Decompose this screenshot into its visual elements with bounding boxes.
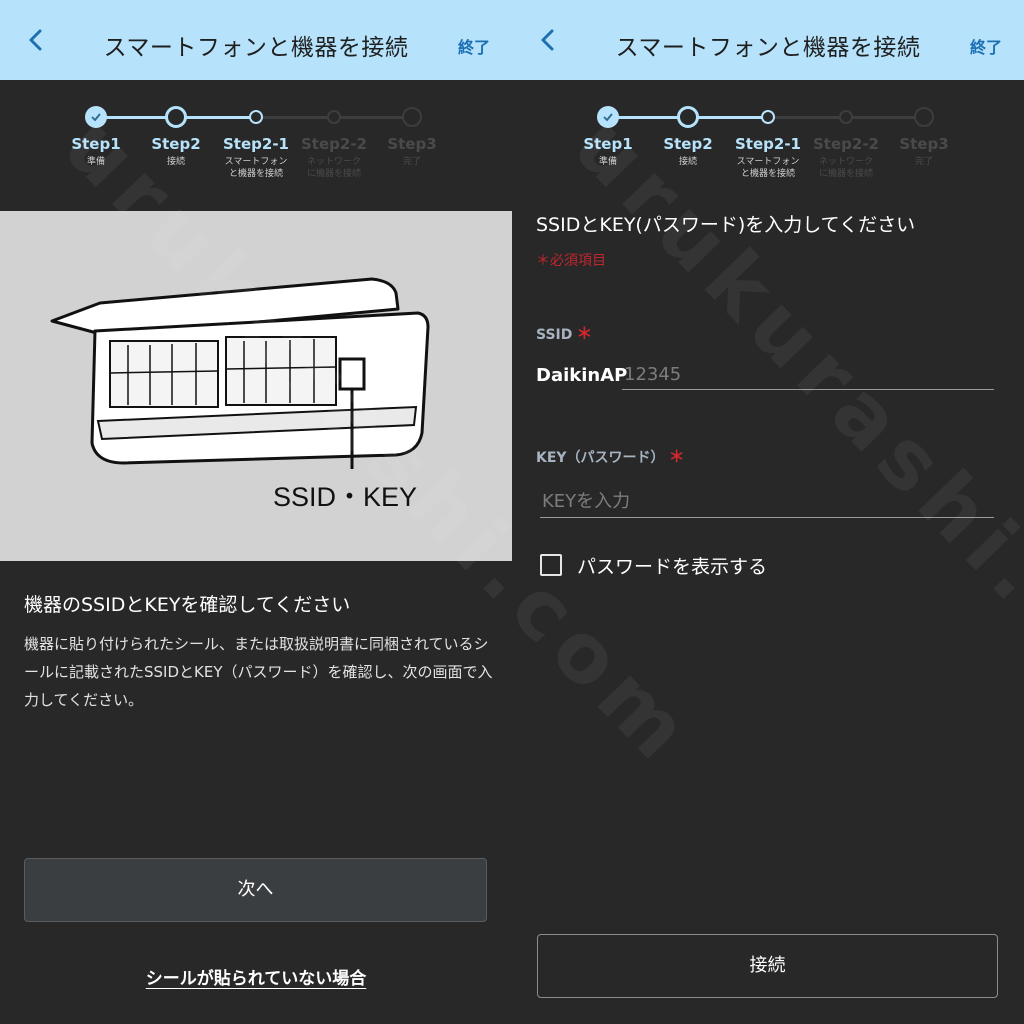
ssid-label: SSID ＊ (536, 324, 593, 343)
back-chevron-icon[interactable] (22, 26, 50, 54)
page-title: スマートフォンと機器を接続 (103, 35, 409, 61)
step-sublabel-line: に機器を接続 (306, 169, 361, 179)
step-connector (688, 116, 768, 119)
step-connector (608, 116, 688, 119)
right-screen: スマートフォンと機器を接続 終了 Step1 準備 Step2 接続 Step2-1 スマ… (512, 0, 1024, 1024)
step-label: Step2-1 (223, 135, 289, 153)
step-sublabel: スマートフォン と機器を接続 (728, 156, 808, 180)
step-sublabel-line: ネットワーク (306, 157, 361, 167)
back-chevron-icon[interactable] (534, 26, 562, 54)
step-active-icon (761, 110, 775, 124)
required-star: ＊ (668, 447, 685, 466)
aircon-illustration: SSID・KEY (0, 211, 512, 561)
step-current-icon (677, 106, 699, 128)
app-header: スマートフォンと機器を接続 終了 (0, 0, 512, 80)
step-pending-icon (327, 110, 341, 124)
next-button[interactable]: 次へ (24, 858, 487, 922)
step-pending-icon (839, 110, 853, 124)
step-sublabel-line: 準備 (86, 157, 105, 167)
step-sublabel: 接続 (136, 156, 216, 168)
step-sublabel-line: ネットワーク (818, 157, 873, 167)
step-sublabel: 準備 (56, 156, 136, 168)
step-label: Step2 (663, 135, 713, 153)
no-seal-link[interactable]: シールが貼られていない場合 (0, 964, 512, 989)
step-sublabel-line: と機器を接続 (740, 169, 795, 179)
show-password-checkbox[interactable] (540, 554, 562, 576)
step-sublabel-line: スマートフォン (224, 157, 288, 167)
step-label: Step2-1 (735, 135, 801, 153)
step-connector (334, 116, 412, 119)
step-done-check-icon (85, 106, 107, 128)
step-sublabel-line: に機器を接続 (818, 169, 873, 179)
step-connector (846, 116, 924, 119)
step-sublabel-line: 準備 (598, 157, 617, 167)
key-label: KEY（パスワード）＊ (536, 447, 685, 466)
show-password-label: パスワードを表示する (577, 556, 768, 578)
step-sublabel: スマートフォン と機器を接続 (216, 156, 296, 180)
step-active-icon (249, 110, 263, 124)
confirm-description: 機器に貼り付けられたシール、または取扱説明書に同梱されているシールに記載されたS… (24, 635, 493, 709)
required-star: ＊ (576, 324, 593, 343)
step-connector (768, 116, 846, 119)
ssid-key-callout: SSID・KEY (273, 482, 418, 512)
step-connector (256, 116, 334, 119)
step-done-check-icon (597, 106, 619, 128)
step-sublabel-line: と機器を接続 (228, 169, 283, 179)
left-screen: スマートフォンと機器を接続 終了 Step1 準備 Step2 接続 Step2-1 スマ… (0, 0, 512, 1024)
step-sublabel-line: 完了 (914, 157, 933, 167)
step-sublabel: ネットワーク に機器を接続 (294, 156, 374, 180)
required-note: ＊必須項目 (536, 253, 606, 269)
step-pending-icon (402, 107, 422, 127)
step-label: Step2-2 (813, 135, 879, 153)
step-sublabel: 準備 (568, 156, 648, 168)
ssid-prefix: DaikinAP (536, 365, 628, 386)
step-label: Step2 (151, 135, 201, 153)
step-label: Step1 (583, 135, 633, 153)
ssid-input[interactable] (622, 360, 994, 390)
step-label: Step1 (71, 135, 121, 153)
step-current-icon (165, 106, 187, 128)
input-heading: SSIDとKEY(パスワード)を入力してください (536, 214, 916, 236)
connect-button[interactable]: 接続 (537, 934, 998, 998)
confirm-heading: 機器のSSIDとKEYを確認してください (24, 594, 351, 616)
step-label: Step3 (387, 135, 437, 153)
step-sublabel-line: 接続 (678, 157, 697, 167)
finish-button[interactable]: 終了 (970, 34, 1002, 58)
step-label: Step2-2 (301, 135, 367, 153)
step-connector (96, 116, 176, 119)
page-title: スマートフォンと機器を接続 (615, 35, 921, 61)
step-sublabel: 完了 (884, 156, 964, 168)
step-sublabel: ネットワーク に機器を接続 (806, 156, 886, 180)
step-connector (176, 116, 256, 119)
finish-button[interactable]: 終了 (458, 34, 490, 58)
step-pending-icon (914, 107, 934, 127)
step-sublabel: 完了 (372, 156, 452, 168)
app-header: スマートフォンと機器を接続 終了 (512, 0, 1024, 80)
step-label: Step3 (899, 135, 949, 153)
aircon-unit-drawing (50, 277, 430, 469)
step-sublabel-line: 完了 (402, 157, 421, 167)
step-sublabel-line: スマートフォン (736, 157, 800, 167)
step-sublabel-line: 接続 (166, 157, 185, 167)
step-sublabel: 接続 (648, 156, 728, 168)
step-progress: Step1 準備 Step2 接続 Step2-1 スマートフォン と機器を接続 Step2-… (512, 100, 1024, 190)
key-input[interactable] (540, 486, 994, 518)
step-progress: Step1 準備 Step2 接続 Step2-1 スマートフォン と機器を接続 Step2-… (0, 100, 512, 190)
